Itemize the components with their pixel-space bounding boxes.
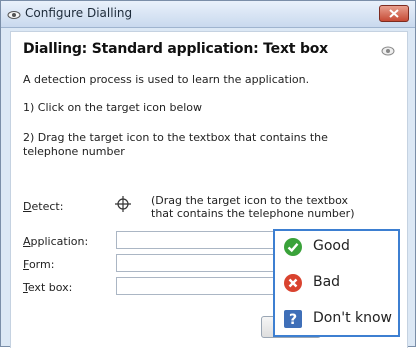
crosshair-icon[interactable]	[115, 196, 131, 216]
feedback-bad[interactable]: Bad	[281, 271, 397, 295]
feedback-popup: Good Bad ? Don't know	[273, 229, 400, 337]
check-circle-icon	[283, 237, 303, 257]
text-box-label: Text box:	[23, 281, 73, 294]
eye-icon	[7, 7, 21, 21]
intro-text: A detection process is used to learn the…	[23, 73, 310, 86]
step-2-text: 2) Drag the target icon to the textbox t…	[23, 131, 328, 158]
question-icon: ?	[283, 309, 303, 329]
x-circle-icon	[283, 273, 303, 293]
detect-instruction: (Drag the target icon to the textbox tha…	[151, 194, 355, 220]
feedback-bad-label: Bad	[313, 274, 341, 290]
step-1-text: 1) Click on the target icon below	[23, 101, 203, 114]
application-field[interactable]	[116, 231, 296, 249]
feedback-dont-know-label: Don't know	[313, 310, 393, 326]
form-field[interactable]	[116, 254, 296, 272]
feedback-good[interactable]: Good	[281, 235, 397, 259]
text-box-field[interactable]	[116, 277, 296, 295]
form-label: Form:	[23, 258, 55, 271]
configure-dialling-window: Configure Dialling Dialling: Standard ap…	[0, 0, 416, 348]
close-icon	[389, 9, 399, 18]
detect-label: Detect:	[23, 200, 64, 213]
page-heading: Dialling: Standard application: Text box	[23, 41, 329, 57]
feedback-dont-know[interactable]: ? Don't know	[281, 307, 397, 331]
window-title: Configure Dialling	[25, 6, 133, 20]
close-button[interactable]	[379, 5, 409, 22]
feedback-good-label: Good	[313, 238, 350, 254]
eye-icon	[381, 42, 395, 61]
title-bar[interactable]: Configure Dialling	[1, 1, 415, 28]
application-label: Application:	[23, 235, 89, 248]
svg-text:?: ?	[289, 312, 297, 328]
